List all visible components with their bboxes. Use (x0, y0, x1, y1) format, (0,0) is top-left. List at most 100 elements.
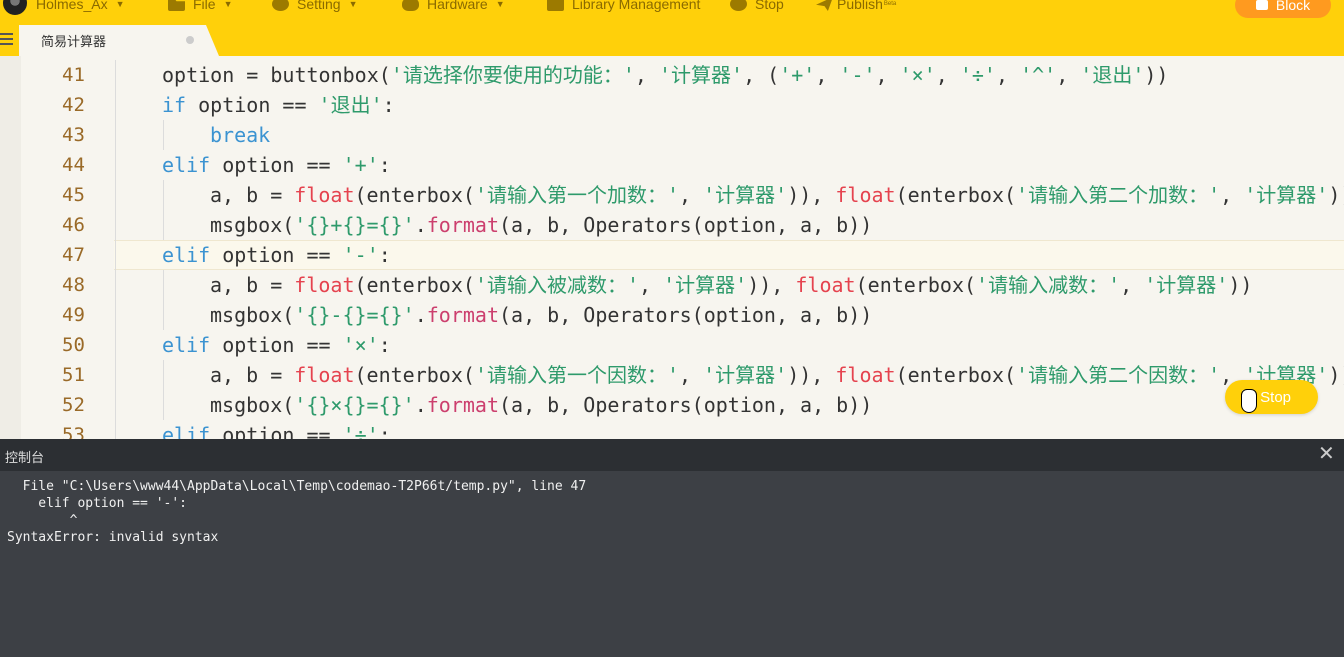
line-number: 41 (62, 64, 85, 86)
code-token: : (382, 93, 395, 117)
code-text: msgbox('{}×{}={}'.format(a, b, Operators… (210, 390, 872, 420)
code-line[interactable]: 46 msgbox('{}+{}={}'.format(a, b, Operato… (0, 210, 1344, 240)
code-token: (enterbox( (855, 273, 977, 297)
code-line[interactable]: 45 a, b = float(enterbox('请输入第一个加数：', '计算… (0, 180, 1344, 210)
indent-guide (163, 120, 164, 150)
stop-icon (730, 0, 747, 11)
indent-guide (115, 240, 116, 270)
code-token: )), (787, 363, 836, 387)
code-token: )), (787, 183, 836, 207)
code-line[interactable]: 44 elif option == '+': (0, 150, 1344, 180)
stop-label: Stop (755, 0, 784, 12)
code-token: '请选择你要使用的功能：' (390, 63, 635, 87)
code-token: elif (162, 423, 211, 439)
code-token: a, b = (210, 273, 295, 297)
line-number: 46 (62, 214, 85, 236)
code-token: msgbox( (210, 393, 295, 417)
code-text: elif option == '×': (162, 330, 391, 360)
line-number: 49 (62, 304, 85, 326)
code-line[interactable]: 50 elif option == '×': (0, 330, 1344, 360)
code-text: a, b = float(enterbox('请输入第一个加数：', '计算器'… (210, 180, 1344, 210)
setting-menu[interactable]: Setting ▼ (272, 0, 358, 15)
code-token: float (795, 273, 856, 297)
close-icon[interactable]: ✕ (1318, 443, 1335, 465)
code-token: '请输入第一个因数：' (474, 363, 680, 387)
library-management-label: Library Management (572, 0, 701, 12)
code-text: if option == '退出': (162, 90, 395, 120)
code-token: . (414, 213, 427, 237)
code-token: , (995, 63, 1021, 87)
code-text: elif option == '÷': (162, 420, 391, 439)
publish-button[interactable]: Publish Beta (816, 0, 896, 15)
code-token: option == (210, 243, 343, 267)
library-management-button[interactable]: Library Management (547, 0, 700, 15)
code-token: a, b = (210, 363, 295, 387)
code-token: '×' (342, 333, 379, 357)
code-editor[interactable]: 41 option = buttonbox('请选择你要使用的功能：', '计算器… (0, 56, 1344, 439)
code-line[interactable]: 47 elif option == '-': (0, 240, 1344, 270)
menu-icon[interactable] (0, 33, 13, 47)
code-token: : (378, 333, 391, 357)
code-token: '-' (839, 63, 876, 87)
code-token: msgbox( (210, 213, 295, 237)
code-token: '÷' (959, 63, 996, 87)
code-token: option == (186, 93, 319, 117)
code-line[interactable]: 53 elif option == '÷': (0, 420, 1344, 439)
user-menu[interactable]: Holmes_Ax ▼ (36, 0, 125, 15)
code-token: '退出' (318, 93, 383, 117)
code-token: '计算器' (703, 363, 788, 387)
block-mode-button[interactable]: Block (1235, 0, 1331, 18)
code-line[interactable]: 41 option = buttonbox('请选择你要使用的功能：', '计算器… (0, 60, 1344, 90)
code-token: (a, b, Operators(option, a, b)) (499, 303, 873, 327)
code-token: '退出' (1080, 63, 1145, 87)
publish-label: Publish (837, 0, 883, 12)
code-line[interactable]: 49 msgbox('{}-{}={}'.format(a, b, Operato… (0, 300, 1344, 330)
user-name: Holmes_Ax (36, 0, 108, 12)
console-output[interactable]: File "C:\Users\www44\AppData\Local\Temp\… (0, 471, 1344, 657)
floating-stop-button[interactable]: Stop (1225, 380, 1318, 414)
code-line[interactable]: 52 msgbox('{}×{}={}'.format(a, b, Operato… (0, 390, 1344, 420)
code-token: '+' (779, 63, 816, 87)
tab-file-name: 简易计算器 (41, 34, 107, 49)
hardware-menu[interactable]: Hardware ▼ (402, 0, 505, 15)
hardware-menu-label: Hardware (427, 0, 488, 12)
unsaved-dot-icon[interactable] (186, 36, 194, 44)
code-token: (enterbox( (895, 363, 1017, 387)
code-token: )) (1144, 63, 1169, 87)
code-token: '请输入第二个加数：' (1016, 183, 1221, 207)
code-token: '+' (342, 153, 379, 177)
tab-strip: 简易计算器 (0, 25, 1344, 56)
block-icon (1255, 0, 1268, 10)
code-line[interactable]: 48 a, b = float(enterbox('请输入被减数：', '计算器'… (0, 270, 1344, 300)
code-token: : (378, 153, 391, 177)
code-token: , (875, 63, 900, 87)
code-token: '{}+{}={}' (294, 213, 415, 237)
top-toolbar: Holmes_Ax ▼ File ▼ Setting ▼ Hardware ▼ … (0, 0, 1344, 56)
avatar[interactable] (3, 0, 27, 15)
indent-guide (115, 90, 116, 120)
code-token: format (426, 393, 500, 417)
code-token: '请输入被减数：' (474, 273, 640, 297)
line-number: 53 (62, 424, 85, 439)
code-token: : (378, 243, 391, 267)
code-token: '计算器' (1144, 273, 1229, 297)
code-token: float (835, 183, 896, 207)
line-number: 52 (62, 394, 85, 416)
code-token: '^' (1020, 63, 1057, 87)
indent-guide (115, 150, 116, 180)
library-icon (547, 0, 564, 11)
indent-guide (115, 210, 116, 240)
code-token: , (1120, 273, 1145, 297)
stop-button[interactable]: Stop (730, 0, 784, 15)
code-token: )) (1328, 183, 1344, 207)
tab-file[interactable]: 简易计算器 (19, 25, 219, 56)
file-menu[interactable]: File ▼ (168, 0, 232, 15)
chevron-down-icon: ▼ (115, 0, 125, 9)
code-line[interactable]: 42 if option == '退出': (0, 90, 1344, 120)
chevron-down-icon: ▼ (495, 0, 505, 9)
beta-badge: Beta (883, 1, 897, 7)
code-line[interactable]: 43 break (0, 120, 1344, 150)
code-line[interactable]: 51 a, b = float(enterbox('请输入第一个因数：', '计算… (0, 360, 1344, 390)
console-header: 控制台 ✕ (0, 439, 1344, 471)
code-token: elif (162, 153, 211, 177)
